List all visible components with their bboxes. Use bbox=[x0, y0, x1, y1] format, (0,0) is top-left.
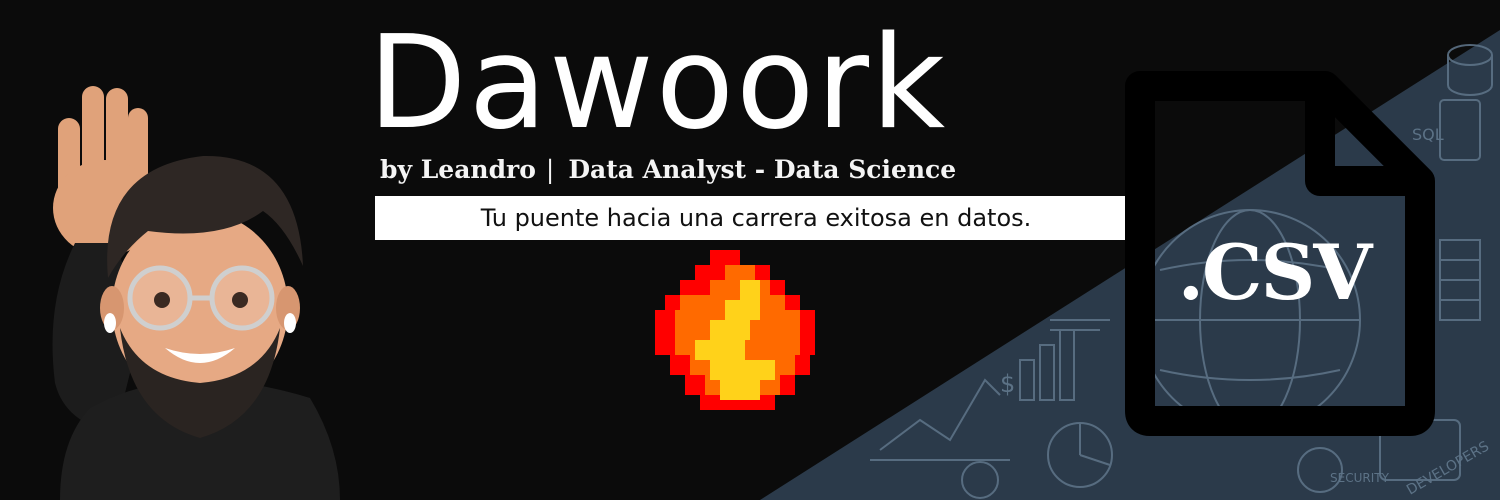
tagline-box: Tu puente hacia una carrera exitosa en d… bbox=[375, 196, 1137, 240]
waving-avatar-icon bbox=[52, 86, 340, 500]
doodle-security-label: SECURITY bbox=[1330, 471, 1390, 485]
brand-title: Dawoork bbox=[368, 9, 948, 158]
author-name: by Leandro bbox=[380, 155, 536, 184]
byline: by Leandro | Data Analyst - Data Science bbox=[380, 150, 956, 190]
author-role: Data Analyst - Data Science bbox=[568, 155, 957, 184]
tagline: Tu puente hacia una carrera exitosa en d… bbox=[480, 204, 1032, 232]
profile-banner: SQL $ SECURITY DEVELOPERS Dawoork by Lea… bbox=[0, 0, 1500, 500]
doodle-dollar-label: $ bbox=[1000, 370, 1015, 398]
byline-separator: | bbox=[545, 155, 555, 184]
pixel-flame-icon bbox=[655, 250, 815, 410]
csv-extension-label: .CSV bbox=[1177, 228, 1373, 317]
